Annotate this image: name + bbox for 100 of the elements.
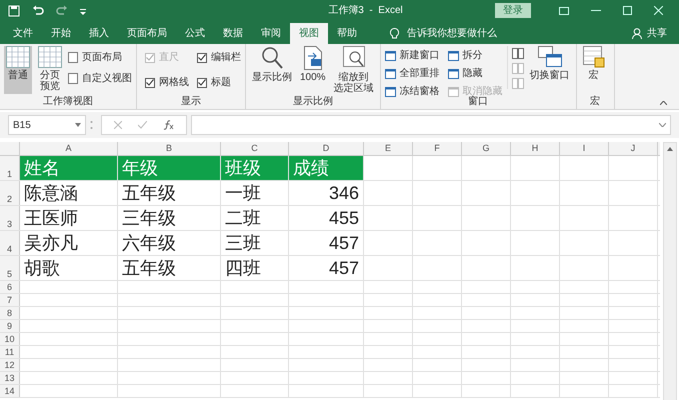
group-label: 显示比例	[292, 96, 334, 109]
row-header[interactable]: 2	[0, 181, 20, 205]
table-cell: 三班	[221, 231, 289, 255]
row-header[interactable]: 11	[0, 346, 20, 358]
table-cell: 胡歌	[20, 256, 118, 280]
checkbox[interactable]: 标题	[197, 75, 241, 90]
checkmark-icon	[146, 54, 154, 61]
ribbon-button[interactable]: 宏	[580, 46, 607, 94]
close-icon[interactable]	[654, 6, 663, 15]
table-cell: 吴亦凡	[20, 231, 118, 255]
checkmark-icon	[198, 54, 206, 61]
table-cell: 三年级	[118, 206, 221, 230]
collapse-icon[interactable]	[660, 101, 667, 105]
window-icon	[448, 50, 459, 60]
insert-function-icon[interactable]	[163, 120, 174, 130]
ribbon-button[interactable]: 分页预览	[36, 46, 64, 94]
column-header[interactable]: B	[118, 142, 221, 155]
ribbon-button[interactable]: 普通	[4, 46, 32, 94]
window-title: 工作簿3 - Excel	[328, 4, 403, 18]
table-cell: 一班	[221, 181, 289, 205]
name-box[interactable]: B15	[8, 115, 86, 135]
table-cell: 五年级	[118, 256, 221, 280]
row-header[interactable]: 9	[0, 320, 20, 332]
window-icon	[384, 86, 396, 96]
ribbon-button[interactable]: 自定义视图	[68, 71, 132, 86]
expand-icon[interactable]	[659, 123, 666, 127]
column-header[interactable]: A	[20, 142, 118, 155]
row-header[interactable]: 10	[0, 333, 20, 345]
column-header[interactable]: I	[560, 142, 609, 155]
scroll-bar[interactable]	[663, 142, 677, 400]
group-label: 宏	[589, 96, 602, 109]
ribbon-display-icon[interactable]	[559, 6, 569, 14]
table-cell: 346	[289, 181, 364, 205]
row-header[interactable]: 4	[0, 231, 20, 255]
redo-icon[interactable]	[56, 4, 68, 16]
dropdown-icon	[75, 123, 81, 127]
ribbon-tab[interactable]: 插入	[80, 23, 118, 44]
tell-me-search[interactable]: 告诉我你想要做什么	[386, 23, 501, 44]
ribbon-tab[interactable]: 开始	[42, 23, 80, 44]
scroll-up-icon[interactable]	[667, 147, 673, 151]
row-header[interactable]: 8	[0, 307, 20, 319]
group-label: 窗口	[467, 96, 490, 109]
page-icon	[68, 73, 78, 84]
row-header[interactable]: 5	[0, 256, 20, 280]
ribbon-button[interactable]: 隐藏	[448, 66, 503, 81]
undo-icon[interactable]	[32, 4, 44, 16]
column-header[interactable]: D	[289, 142, 364, 155]
ribbon-button[interactable]: 冻结窗格	[384, 84, 440, 99]
save-icon[interactable]	[8, 4, 20, 16]
window-icon	[448, 86, 459, 96]
column-header[interactable]: J	[609, 142, 658, 155]
header-cell: 班级	[221, 156, 289, 180]
ribbon-tab[interactable]: 帮助	[328, 23, 366, 44]
row-header[interactable]: 12	[0, 359, 20, 371]
row-header[interactable]: 14	[0, 385, 20, 397]
ribbon-button[interactable]: 缩放到 选定区域	[332, 46, 376, 94]
ribbon-button[interactable]: 拆分	[448, 48, 503, 63]
ribbon-tab[interactable]: 页面布局	[118, 23, 176, 44]
ribbon-tab[interactable]: 数据	[214, 23, 252, 44]
ribbon-tab[interactable]: 文件	[4, 23, 42, 44]
checkmark-icon	[198, 79, 206, 86]
column-header[interactable]: E	[364, 142, 413, 155]
table-cell: 457	[289, 231, 364, 255]
group-label: 工作簿视图	[42, 96, 94, 109]
table-cell: 五年级	[118, 181, 221, 205]
column-header[interactable]: G	[462, 142, 511, 155]
ribbon-button[interactable]: 新建窗口	[384, 48, 440, 63]
ribbon-button[interactable]: 全部重排	[384, 66, 440, 81]
table-cell: 六年级	[118, 231, 221, 255]
table-cell: 四班	[221, 256, 289, 280]
share-button[interactable]: 共享	[632, 23, 667, 44]
more-icon	[90, 120, 93, 130]
ribbon-tab[interactable]: 公式	[176, 23, 214, 44]
checkmark-icon	[146, 79, 154, 86]
ribbon-button[interactable]: 切换窗口	[528, 46, 572, 94]
lightbulb-icon	[390, 28, 399, 40]
row-header[interactable]: 6	[0, 281, 20, 293]
ribbon-tab[interactable]: 审阅	[252, 23, 290, 44]
side-by-side-icon[interactable]	[512, 48, 524, 59]
row-header[interactable]: 3	[0, 206, 20, 230]
row-header[interactable]: 13	[0, 372, 20, 384]
row-header[interactable]: 7	[0, 294, 20, 306]
ribbon-button[interactable]: 页面布局	[68, 50, 132, 65]
table-cell: 455	[289, 206, 364, 230]
column-header[interactable]: F	[413, 142, 462, 155]
table-cell: 陈意涵	[20, 181, 118, 205]
minimize-icon[interactable]	[591, 10, 601, 12]
column-header[interactable]: H	[511, 142, 560, 155]
ribbon-button[interactable]: 100%	[298, 46, 328, 94]
ribbon-button[interactable]: 显示比例	[250, 46, 294, 94]
maximize-icon[interactable]	[623, 6, 632, 15]
row-header[interactable]: 1	[0, 156, 20, 180]
customize-icon[interactable]	[80, 6, 86, 14]
window-icon	[384, 50, 396, 60]
table-cell: 457	[289, 256, 364, 280]
sign-in-button[interactable]: 登录	[495, 3, 531, 18]
checkbox[interactable]: 编辑栏	[197, 50, 241, 65]
ribbon-tab[interactable]: 视图	[290, 23, 328, 44]
column-header[interactable]: C	[221, 142, 289, 155]
checkbox[interactable]: 网格线	[145, 75, 189, 90]
